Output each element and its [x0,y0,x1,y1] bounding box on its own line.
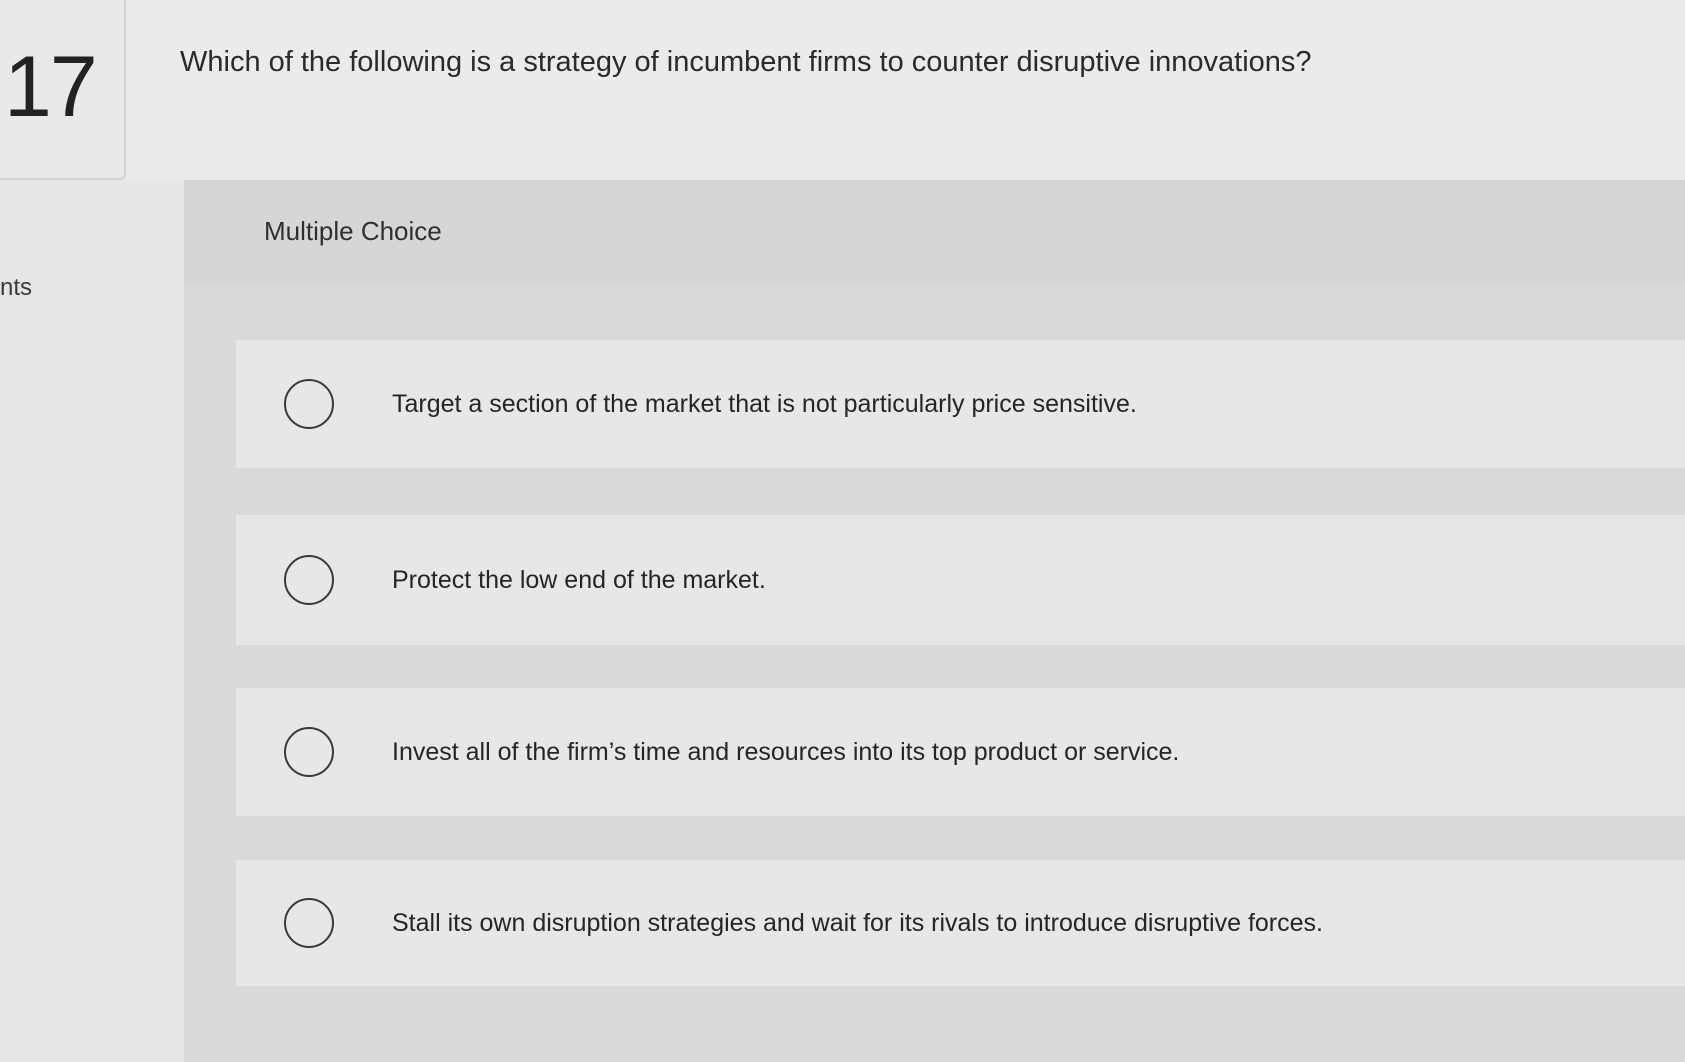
question-number-box: 17 [0,0,126,180]
points-label: nts [0,274,33,301]
radio-button[interactable] [284,555,334,605]
answer-option-1[interactable]: Target a section of the market that is n… [236,340,1685,468]
answer-option-label: Stall its own disruption strategies and … [392,908,1323,937]
radio-button[interactable] [284,379,334,429]
answer-option-2[interactable]: Protect the low end of the market. [236,515,1685,645]
answer-option-label: Protect the low end of the market. [392,565,766,594]
radio-button[interactable] [284,898,334,948]
question-number: 17 [4,39,98,135]
answer-option-3[interactable]: Invest all of the firm’s time and resour… [236,688,1685,816]
question-header [126,0,1685,180]
question-prompt: Which of the following is a strategy of … [180,46,1312,78]
radio-button[interactable] [284,727,334,777]
question-type-label: Multiple Choice [264,216,442,246]
answer-option-4[interactable]: Stall its own disruption strategies and … [236,860,1685,986]
answer-option-label: Invest all of the firm’s time and resour… [392,737,1180,766]
answer-option-label: Target a section of the market that is n… [392,389,1137,418]
